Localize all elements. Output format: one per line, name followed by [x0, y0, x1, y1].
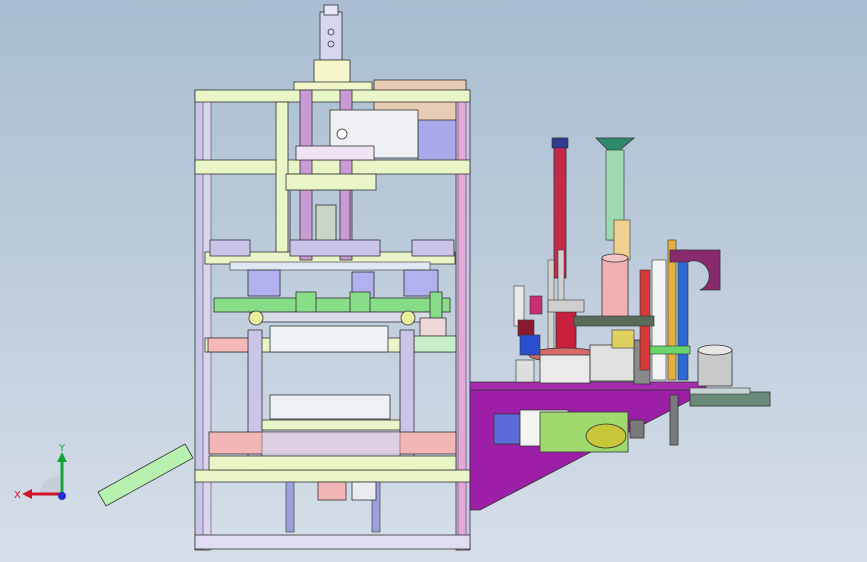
main-frame[interactable] — [194, 4, 471, 551]
gripper-claw[interactable] — [669, 249, 721, 291]
machine-assembly-model[interactable] — [0, 0, 867, 562]
y-axis-label: Y — [58, 443, 66, 454]
discharge-chute[interactable] — [97, 443, 194, 507]
axis-triad: Y X — [14, 443, 67, 501]
green-pipe[interactable] — [213, 297, 451, 313]
rotary-station[interactable] — [469, 137, 771, 511]
x-axis-label: X — [14, 490, 21, 501]
z-axis-dot — [58, 492, 66, 500]
cad-viewport[interactable]: Y X — [0, 0, 867, 562]
top-cylinder[interactable] — [319, 11, 343, 61]
